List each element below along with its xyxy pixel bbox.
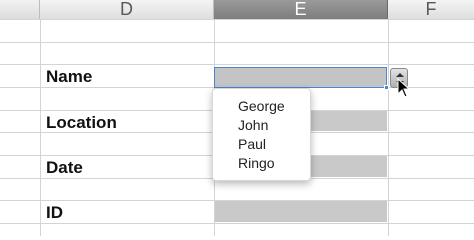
fill-handle[interactable] (384, 85, 389, 90)
grid-line (0, 64, 474, 65)
dropdown-option-george[interactable]: George (238, 97, 310, 116)
name-label: Name (46, 67, 93, 86)
column-header-f[interactable]: F (388, 0, 474, 19)
column-header-f-label: F (425, 0, 437, 19)
grid-line (0, 42, 474, 43)
grid-line (0, 223, 474, 224)
id-input-cell[interactable] (215, 201, 387, 222)
grid-line (40, 19, 41, 236)
name-input-cell[interactable] (214, 67, 387, 88)
column-header-d[interactable]: D (40, 0, 214, 19)
grid-line (388, 19, 389, 236)
grid-line (0, 200, 474, 201)
column-header-d-label: D (120, 0, 133, 19)
row-header-corner[interactable] (0, 0, 40, 19)
dropdown-list: George John Paul Ringo (212, 88, 311, 181)
mouse-cursor-icon (397, 78, 411, 98)
dropdown-option-ringo[interactable]: Ringo (238, 154, 310, 173)
column-header-e-label: E (294, 0, 307, 19)
grid-line (0, 19, 474, 20)
id-label: ID (46, 203, 63, 222)
date-label: Date (46, 158, 83, 177)
column-header-e[interactable]: E (214, 0, 388, 19)
location-label: Location (46, 113, 117, 132)
dropdown-option-john[interactable]: John (238, 116, 310, 135)
dropdown-option-paul[interactable]: Paul (238, 135, 310, 154)
